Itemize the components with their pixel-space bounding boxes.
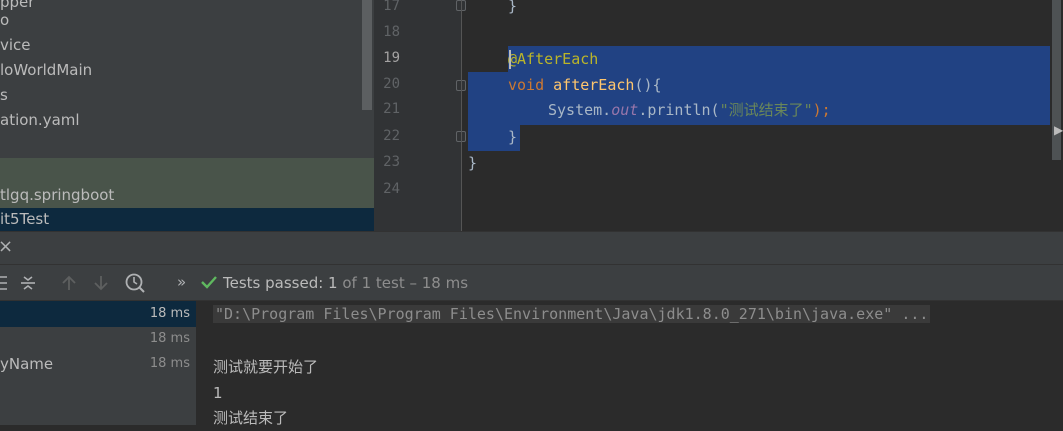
tree-item-yaml[interactable]: ation.yaml [0, 108, 80, 133]
line-number: 18 [383, 24, 400, 40]
test-results-tree: 18 ms 18 ms yName 18 ms [0, 301, 196, 425]
more-actions-icon[interactable]: » [177, 274, 186, 291]
tree-item-package[interactable]: tlgq.springboot [0, 183, 114, 208]
test-duration: 18 ms [149, 331, 190, 346]
test-row[interactable]: 18 ms [0, 326, 196, 352]
arrow-up-icon[interactable] [61, 274, 77, 292]
code-line-22: } [508, 128, 518, 146]
line-number: 23 [383, 154, 400, 170]
arrow-down-icon[interactable] [93, 274, 109, 292]
close-icon[interactable]: × [0, 238, 13, 256]
scroll-right-arrow-icon[interactable]: ▶ [1054, 123, 1063, 137]
line-number: 19 [383, 50, 400, 66]
code-annotation: @AfterEach [508, 50, 599, 68]
code-system: System. [548, 101, 612, 119]
code-paren: (){ [634, 76, 662, 94]
console-command[interactable]: "D:\Program Files\Program Files\Environm… [213, 305, 931, 323]
run-tool-header: × [0, 231, 1063, 265]
code-string: "测试结束了" [719, 101, 813, 119]
code-end: ); [812, 101, 831, 119]
code-keyword: void [508, 76, 545, 94]
code-println: .println( [638, 101, 720, 119]
status-rest: of 1 test – 18 ms [337, 274, 469, 292]
editor-gutter: 17 18 19 20 21 22 23 24 [374, 0, 466, 231]
tree-item[interactable]: vice [0, 33, 31, 58]
test-row[interactable]: yName 18 ms [0, 351, 196, 377]
line-number: 21 [383, 101, 400, 117]
console-line: 1 [213, 384, 223, 402]
test-row[interactable]: 18 ms [0, 301, 196, 327]
line-number: 22 [383, 128, 400, 144]
test-status: Tests passed: 1 of 1 test – 18 ms [223, 274, 468, 292]
code-line-21: System.out.println("测试结束了"); [548, 98, 831, 123]
history-clock-icon[interactable] [124, 272, 146, 294]
expand-all-icon[interactable] [19, 273, 37, 293]
tree-item[interactable]: s [0, 83, 8, 108]
test-name: yName [0, 355, 54, 373]
tree-item-test-class[interactable]: it5Test [0, 207, 49, 231]
text-caret [509, 50, 511, 69]
code-field-out: out [611, 101, 639, 119]
tree-item[interactable]: o [0, 8, 9, 33]
check-icon [201, 276, 217, 289]
status-prefix: Tests passed: [223, 274, 329, 292]
code-editor[interactable]: 17 18 19 20 21 22 23 24 } @AfterEach voi… [374, 0, 1063, 231]
gutter-divider [461, 0, 462, 231]
line-number: 24 [383, 181, 400, 197]
project-tree-scrollbar[interactable] [362, 0, 372, 110]
line-number: 17 [383, 0, 400, 14]
console-line: "D:\Program Files\Program Files\Environm… [213, 301, 931, 327]
run-toolbar: » [0, 265, 1063, 301]
code-line-20: void afterEach(){ [508, 73, 662, 98]
collapse-all-icon[interactable] [0, 274, 9, 292]
test-duration: 18 ms [149, 356, 190, 371]
project-tree-panel: pper o vice loWorldMain s ation.yaml tlg… [0, 0, 374, 231]
status-count: 1 [328, 274, 338, 292]
tree-selected-row[interactable] [0, 208, 374, 231]
console-line: 测试结束了 [213, 409, 289, 427]
test-duration: 18 ms [149, 306, 190, 321]
tree-item-main-class[interactable]: loWorldMain [0, 58, 92, 83]
code-method-name: afterEach [553, 76, 635, 94]
code-line-23: } [468, 154, 478, 172]
code-line-17: } [508, 0, 518, 15]
console-line: 测试就要开始了 [213, 358, 319, 376]
console-output[interactable]: "D:\Program Files\Program Files\Environm… [196, 301, 1063, 427]
line-number: 20 [383, 76, 400, 92]
